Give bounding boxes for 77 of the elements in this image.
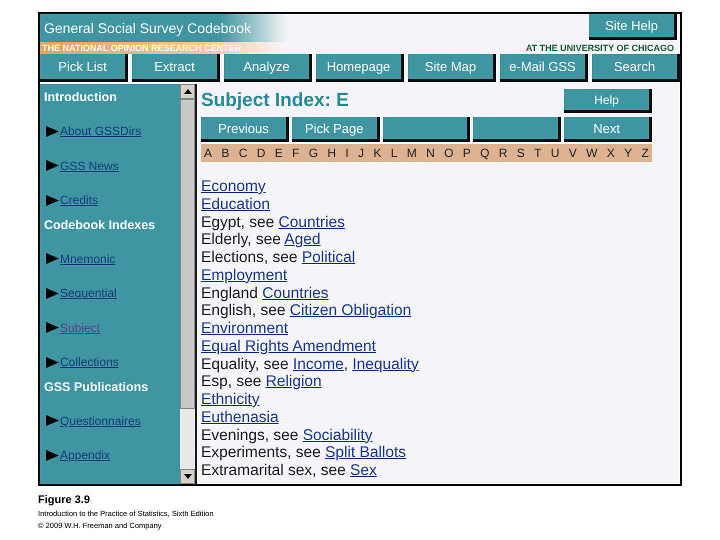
letter-link[interactable]: C [238, 146, 248, 160]
letter-link[interactable]: L [390, 146, 398, 160]
index-link[interactable]: Environment [201, 320, 288, 338]
letter-link[interactable]: K [373, 146, 382, 160]
letter-link[interactable]: I [345, 146, 349, 160]
triangle-icon [46, 415, 59, 426]
index-link[interactable]: Employment [201, 266, 288, 284]
letter-link[interactable]: Z [641, 146, 649, 160]
index-link[interactable]: Income [292, 356, 344, 372]
letter-link[interactable]: M [406, 146, 417, 160]
index-link[interactable]: Countries [262, 284, 329, 302]
letter-link[interactable]: F [292, 146, 300, 160]
index-entry: Esp, see Religion [201, 373, 322, 391]
index-entry: Elderly, see Aged [201, 231, 320, 249]
site-title: General Social Survey Codebook [44, 20, 252, 36]
index-link[interactable]: Euthenasia [201, 408, 279, 426]
index-entry: Experiments, see Split Ballots [201, 444, 406, 462]
letter-link[interactable]: T [534, 146, 542, 160]
blank-button[interactable] [473, 117, 562, 142]
letter-link[interactable]: J [358, 146, 364, 160]
letter-link[interactable]: G [308, 146, 318, 160]
index-link[interactable]: Ethnicity [201, 391, 260, 409]
index-link[interactable]: Citizen Obligation [290, 302, 412, 320]
triangle-icon [46, 322, 59, 334]
sidebar-heading: GSS Publications [44, 380, 150, 396]
scrollbar[interactable] [180, 84, 195, 484]
index-link[interactable]: Inequality [352, 356, 419, 372]
letter-link[interactable]: E [274, 146, 283, 160]
letter-link[interactable]: U [550, 146, 560, 160]
page-heading: Subject Index: E [201, 90, 349, 112]
letter-link[interactable]: B [221, 146, 230, 160]
index-link[interactable]: Religion [266, 373, 322, 390]
letter-link[interactable]: S [516, 146, 525, 160]
triangle-icon [46, 253, 59, 264]
index-entry: Extramarital sex, see Sex [201, 462, 377, 480]
index-link[interactable]: Education [201, 196, 270, 214]
triangle-icon [46, 160, 59, 172]
banner-text: THE NATIONAL OPINION RESEARCH CENTER [41, 43, 242, 53]
letter-link[interactable]: V [568, 146, 577, 160]
sidebar-heading: Codebook Indexes [44, 218, 156, 234]
triangle-icon [46, 126, 59, 137]
letter-link[interactable]: A [204, 146, 212, 160]
index-link[interactable]: Sociability [302, 426, 372, 444]
triangle-icon [46, 356, 59, 368]
letter-link[interactable]: R [498, 146, 508, 160]
letter-link[interactable]: Q [480, 146, 490, 160]
letter-link[interactable]: H [327, 146, 336, 160]
index-link[interactable]: Aged [284, 231, 320, 248]
index-entry: England Countries [201, 284, 329, 302]
letter-link[interactable]: W [586, 146, 598, 160]
index-entry: English, see Citizen Obligation [201, 302, 412, 320]
figure-label: Figure 3.9 [38, 494, 91, 506]
index-link[interactable]: Sex [350, 462, 377, 479]
letter-link[interactable]: Y [624, 146, 632, 160]
scroll-down-icon[interactable] [180, 469, 195, 484]
scroll-up-icon[interactable] [180, 84, 195, 99]
banner-text: AT THE UNIVERSITY OF CHICAGO [526, 43, 675, 53]
letter-link[interactable]: X [606, 146, 615, 160]
sidebar-heading: Introduction [44, 90, 118, 106]
letter-link[interactable]: N [426, 146, 435, 160]
index-entry: Egypt, see Countries [201, 214, 345, 232]
scrollbar-thumb[interactable] [180, 99, 195, 409]
letter-link[interactable]: O [444, 146, 454, 160]
index-link[interactable]: Equal Rights Amendment [201, 338, 376, 356]
index-link[interactable]: Countries [278, 214, 345, 230]
triangle-icon [46, 450, 59, 461]
triangle-icon [46, 194, 59, 206]
blank-button[interactable] [382, 117, 470, 142]
index-entry: Equality, see Income, Inequality [201, 356, 419, 374]
index-link[interactable]: Split Ballots [325, 444, 406, 462]
index-entry: Elections, see Political [201, 249, 356, 267]
index-link[interactable]: Economy [201, 178, 266, 196]
triangle-icon [46, 288, 59, 299]
index-link[interactable]: Political [302, 249, 356, 266]
index-entry: Evenings, see Sociability [201, 426, 372, 444]
letter-link[interactable]: D [256, 146, 266, 160]
letter-link[interactable]: P [462, 146, 471, 160]
